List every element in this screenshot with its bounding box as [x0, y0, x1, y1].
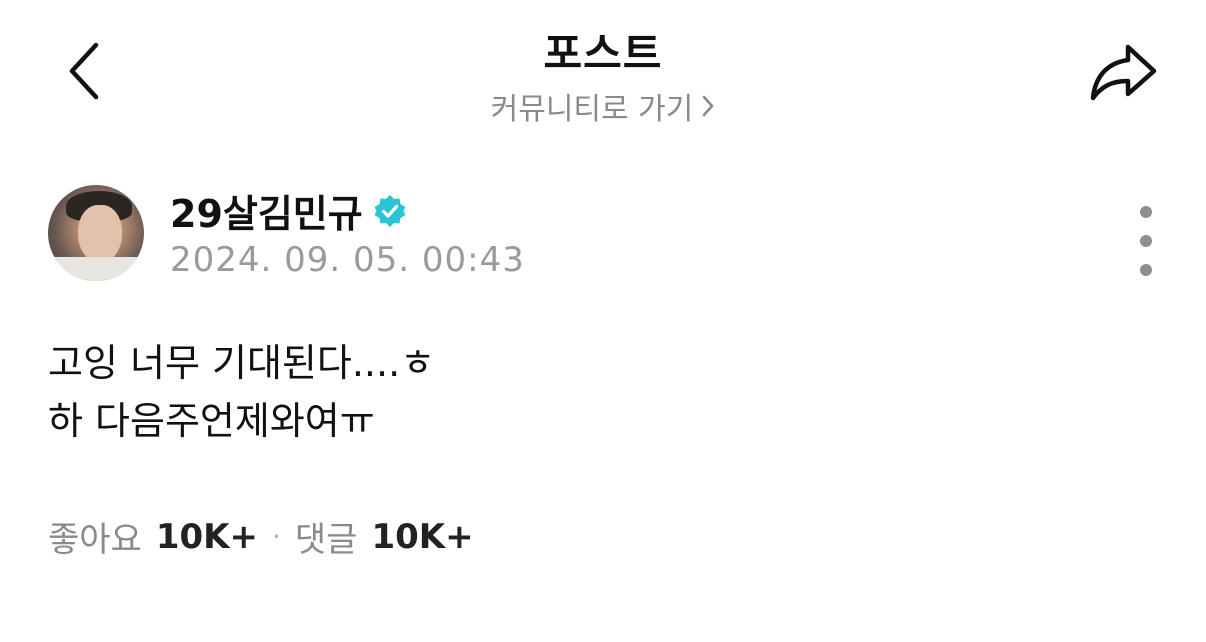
stats-separator: · — [272, 520, 281, 553]
author-avatar[interactable] — [48, 185, 144, 281]
community-link-label: 커뮤니티로 가기 — [490, 92, 694, 127]
verified-badge-icon — [373, 194, 407, 228]
share-arrow-icon — [1088, 42, 1158, 106]
post-screen: 포스트 커뮤니티로 가기 29살김민규 2024. 09. 05. 00:43 … — [0, 0, 1206, 642]
go-to-community-link[interactable]: 커뮤니티로 가기 — [0, 84, 1206, 128]
more-options-button[interactable] — [1126, 206, 1166, 276]
post-line: 고잉 너무 기대된다....ㅎ — [48, 341, 436, 385]
comments-label[interactable]: 댓글 — [295, 512, 358, 561]
post-timestamp: 2024. 09. 05. 00:43 — [170, 240, 525, 280]
post-content: 고잉 너무 기대된다....ㅎ 하 다음주언제와여ㅠ — [48, 334, 435, 450]
more-dots-icon — [1140, 206, 1152, 218]
page-title: 포스트 — [543, 29, 663, 78]
post-stats: 좋아요 10K+ · 댓글 10K+ — [48, 512, 474, 561]
likes-label[interactable]: 좋아요 — [48, 512, 142, 561]
author-name[interactable]: 29살김민규 — [170, 183, 363, 238]
likes-count: 10K+ — [155, 516, 258, 557]
chevron-right-icon — [701, 94, 715, 118]
post-line: 하 다음주언제와여ㅠ — [48, 399, 375, 443]
comments-count: 10K+ — [371, 516, 474, 557]
author-row: 29살김민규 — [170, 183, 407, 238]
share-button[interactable] — [1080, 36, 1166, 112]
